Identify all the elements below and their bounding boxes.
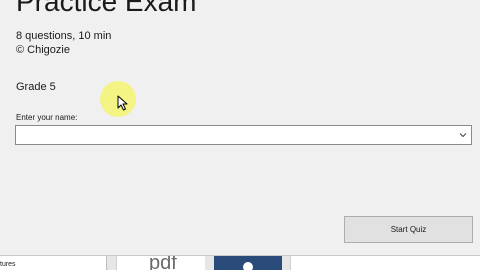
chevron-down-icon[interactable] (458, 130, 468, 140)
name-label: Enter your name: (16, 113, 78, 122)
background-right-tile (290, 256, 480, 270)
pdf-text: pdf (149, 256, 177, 270)
exam-duration: 8 questions, 10 min (16, 30, 112, 42)
exam-title: Practice Exam (16, 0, 197, 17)
start-quiz-button[interactable]: Start Quiz (344, 216, 473, 243)
background-gap (107, 256, 116, 270)
background-left-panel: tures (0, 256, 107, 270)
quiz-dialog: Practice Exam 8 questions, 10 min © Chig… (0, 0, 480, 255)
mouse-pointer-icon (117, 95, 128, 111)
exam-author: © Chigozie (16, 44, 70, 56)
background-pdf-tile: pdf (116, 256, 206, 270)
background-gap (282, 256, 290, 270)
background-left-text: tures (0, 261, 16, 268)
background-gap (205, 256, 214, 270)
avatar-icon (243, 262, 253, 272)
background-dark-tile (214, 256, 282, 272)
name-combobox[interactable] (15, 125, 472, 145)
exam-grade: Grade 5 (16, 81, 56, 93)
name-input[interactable] (18, 127, 456, 143)
